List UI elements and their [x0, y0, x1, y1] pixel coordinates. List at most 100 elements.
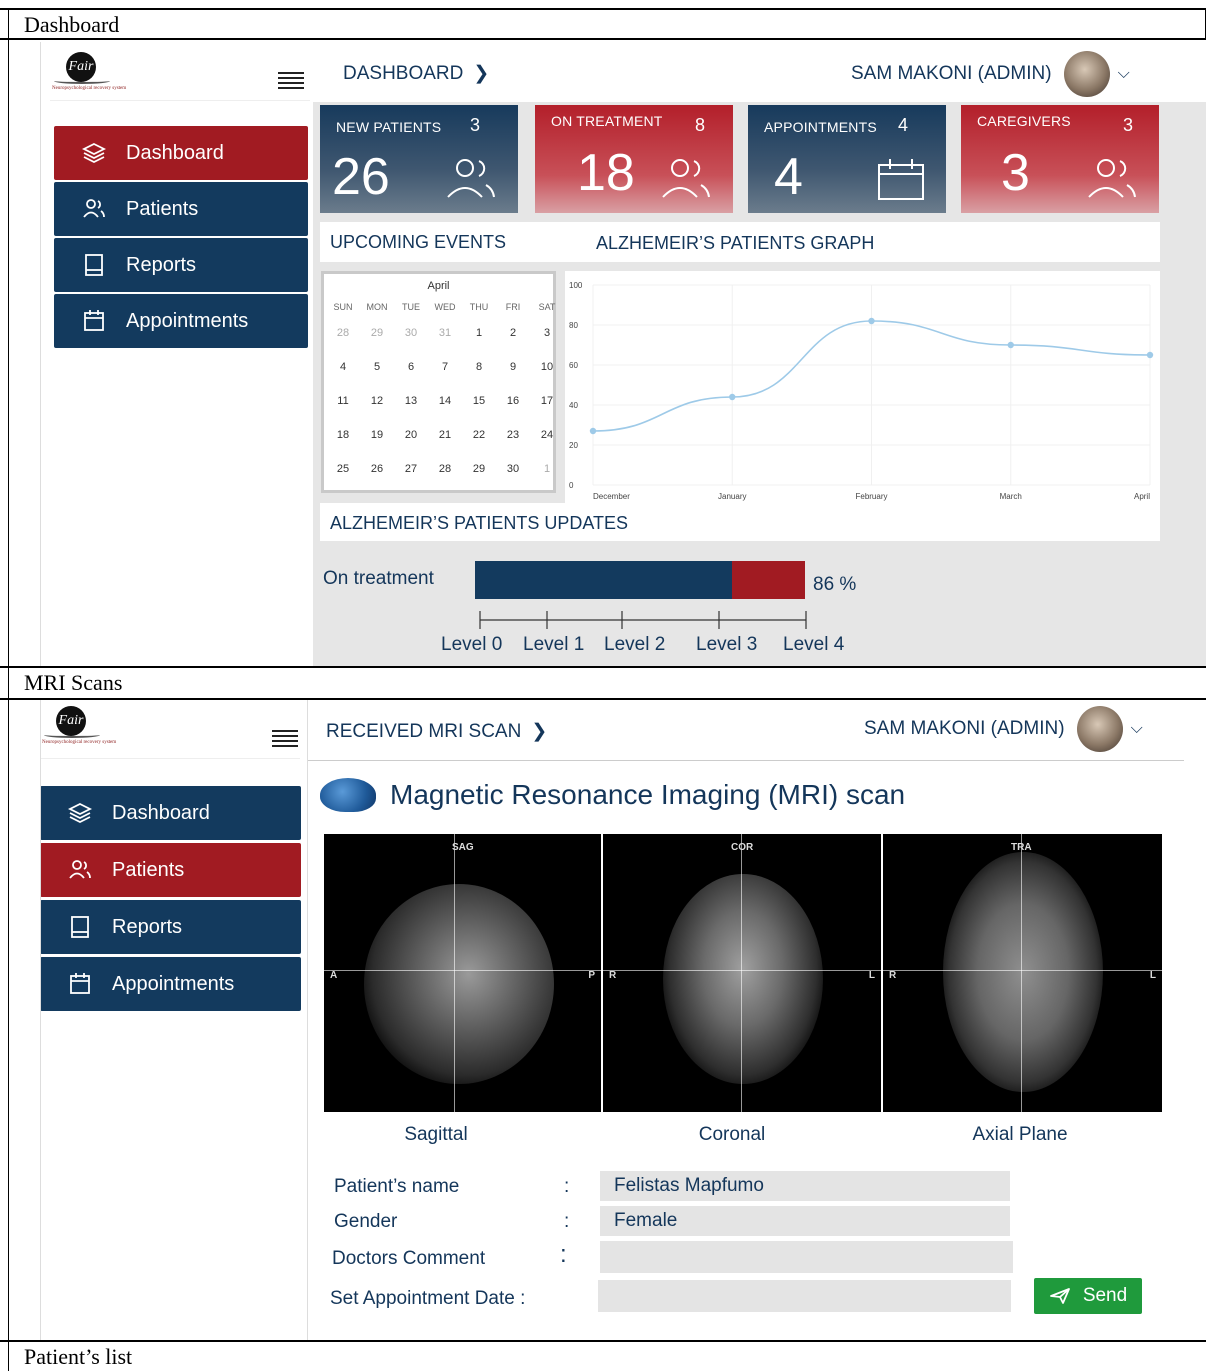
scan-side-right: L [868, 970, 875, 981]
calendar-day[interactable]: 7 [428, 356, 462, 390]
chevron-right-icon: ❯ [473, 63, 490, 84]
stat-card-appointments[interactable]: APPOINTMENTS 4 4 [748, 105, 946, 213]
card-value: 4 [774, 148, 803, 206]
user-name: SAM MAKONI (ADMIN) [851, 63, 1052, 84]
calendar-day[interactable]: 16 [496, 390, 530, 424]
sidebar-item-dashboard[interactable]: Dashboard [54, 126, 308, 180]
sidebar-item-label: Dashboard [126, 141, 224, 164]
colon: : [564, 1176, 570, 1197]
card-count: 3 [1122, 115, 1133, 135]
mri-screen: Fair Neuropsychological recovery system … [30, 700, 1206, 1340]
calendar-day[interactable]: 22 [462, 424, 496, 458]
calendar-day[interactable]: 19 [360, 424, 394, 458]
level-label: Level 2 [604, 634, 666, 655]
calendar-day[interactable]: 1 [530, 458, 564, 492]
calendar-day[interactable]: 12 [360, 390, 394, 424]
sidebar-item-appointments[interactable]: Appointments [40, 957, 301, 1011]
calendar-day[interactable]: 17 [530, 390, 564, 424]
patient-name-field[interactable]: Felistas Mapfumo [600, 1171, 1010, 1201]
progress-fill [475, 561, 733, 599]
coronal-scan-image[interactable]: COR R L [603, 834, 883, 1112]
calendar-day[interactable]: 1 [462, 322, 496, 356]
stat-card-new-patients[interactable]: NEW PATIENTS 3 26 [320, 105, 518, 213]
chevron-down-icon[interactable]: ⌵ [1131, 720, 1143, 738]
doctors-comment-label: Doctors Comment [332, 1248, 486, 1269]
doctors-comment-input[interactable] [600, 1241, 1013, 1273]
calendar-day[interactable]: 14 [428, 390, 462, 424]
card-value: 3 [1001, 144, 1030, 202]
events-calendar[interactable]: April SUN MON TUE WED THU FRI SAT 28 29 30 31 1 2 3 4 5… [321, 271, 556, 493]
avatar [1076, 706, 1123, 752]
sidebar-item-reports[interactable]: Reports [40, 900, 301, 954]
book-icon [80, 252, 108, 278]
calendar-day[interactable]: 2 [496, 322, 530, 356]
calendar-day[interactable]: 10 [530, 356, 564, 390]
stat-card-caregivers[interactable]: CAREGIVERS 3 3 [961, 105, 1159, 213]
section-caption-patients-list: Patient’s list [24, 1344, 133, 1369]
calendar-day[interactable]: 24 [530, 424, 564, 458]
calendar-day[interactable]: 9 [496, 356, 530, 390]
data-point[interactable] [868, 317, 875, 325]
calendar-day[interactable]: 15 [462, 390, 496, 424]
stat-card-on-treatment[interactable]: ON TREATMENT 8 18 [535, 105, 733, 213]
scan-side-left: A [330, 970, 338, 981]
data-point[interactable] [589, 427, 597, 435]
calendar-day[interactable]: 31 [428, 322, 462, 356]
user-menu[interactable]: SAM MAKONI (ADMIN) ⌵ [851, 51, 1130, 97]
brain-icon [320, 778, 376, 812]
data-point[interactable] [1146, 351, 1154, 359]
dashboard-main: DASHBOARD ❯ SAM MAKONI (ADMIN) ⌵ NEW PAT… [313, 42, 1206, 668]
calendar-day[interactable]: 26 [360, 458, 394, 492]
calendar-day[interactable]: 28 [428, 458, 462, 492]
calendar-day[interactable]: 23 [496, 424, 530, 458]
data-point[interactable] [729, 393, 736, 401]
send-icon [1049, 1288, 1070, 1304]
chevron-down-icon[interactable]: ⌵ [1118, 65, 1130, 83]
calendar-day[interactable]: 30 [496, 458, 530, 492]
calendar-day[interactable]: 3 [530, 322, 564, 356]
scan-side-left: R [609, 970, 617, 981]
patients-graph: 0 20 40 60 80 100 December January February March… [565, 271, 1160, 511]
calendar-day[interactable]: 27 [394, 458, 428, 492]
sidebar-item-dashboard[interactable]: Dashboard [40, 786, 301, 840]
scan-tag: COR [731, 842, 754, 853]
calendar-day[interactable]: 29 [462, 458, 496, 492]
gender-field[interactable]: Female [600, 1206, 1010, 1236]
sidebar-item-patients[interactable]: Patients [40, 843, 301, 897]
weekday-header: SUN [333, 302, 353, 312]
calendar-day[interactable]: 13 [394, 390, 428, 424]
y-tick-label: 60 [569, 361, 578, 370]
sagittal-scan-image[interactable]: SAG A P [324, 834, 603, 1112]
weekday-header: SAT [538, 302, 556, 312]
dashboard-screen: Fair Neuropsychological recovery system … [40, 42, 1206, 668]
x-tick-label: February [855, 492, 887, 501]
calendar-icon [80, 308, 108, 334]
calendar-day[interactable]: 28 [326, 322, 360, 356]
calendar-day[interactable]: 11 [326, 390, 360, 424]
breadcrumb[interactable]: DASHBOARD ❯ [343, 62, 489, 85]
sidebar-item-reports[interactable]: Reports [54, 238, 308, 292]
calendar-day[interactable]: 30 [394, 322, 428, 356]
sidebar-item-appointments[interactable]: Appointments [54, 294, 308, 348]
calendar-day[interactable]: 20 [394, 424, 428, 458]
data-point[interactable] [1007, 341, 1014, 349]
calendar-day[interactable]: 6 [394, 356, 428, 390]
menu-icon[interactable] [272, 730, 298, 748]
calendar-day[interactable]: 8 [462, 356, 496, 390]
calendar-day[interactable]: 21 [428, 424, 462, 458]
sidebar-item-patients[interactable]: Patients [54, 182, 308, 236]
sidebar-item-label: Appointments [126, 309, 249, 332]
sidebar-item-label: Dashboard [112, 801, 210, 824]
calendar-day[interactable]: 18 [326, 424, 360, 458]
calendar-day[interactable]: 25 [326, 458, 360, 492]
appointment-date-input[interactable] [598, 1280, 1011, 1312]
calendar-day[interactable]: 4 [326, 356, 360, 390]
calendar-day[interactable]: 29 [360, 322, 394, 356]
menu-icon[interactable] [278, 72, 304, 90]
calendar-day[interactable]: 5 [360, 356, 394, 390]
axial-scan-image[interactable]: TRA R L [883, 834, 1162, 1112]
progress-percent: 86 % [813, 574, 857, 595]
send-button[interactable]: Send [1034, 1278, 1142, 1314]
user-menu[interactable]: SAM MAKONI (ADMIN) ⌵ [864, 706, 1143, 752]
breadcrumb[interactable]: RECEIVED MRI SCAN ❯ [326, 720, 547, 743]
